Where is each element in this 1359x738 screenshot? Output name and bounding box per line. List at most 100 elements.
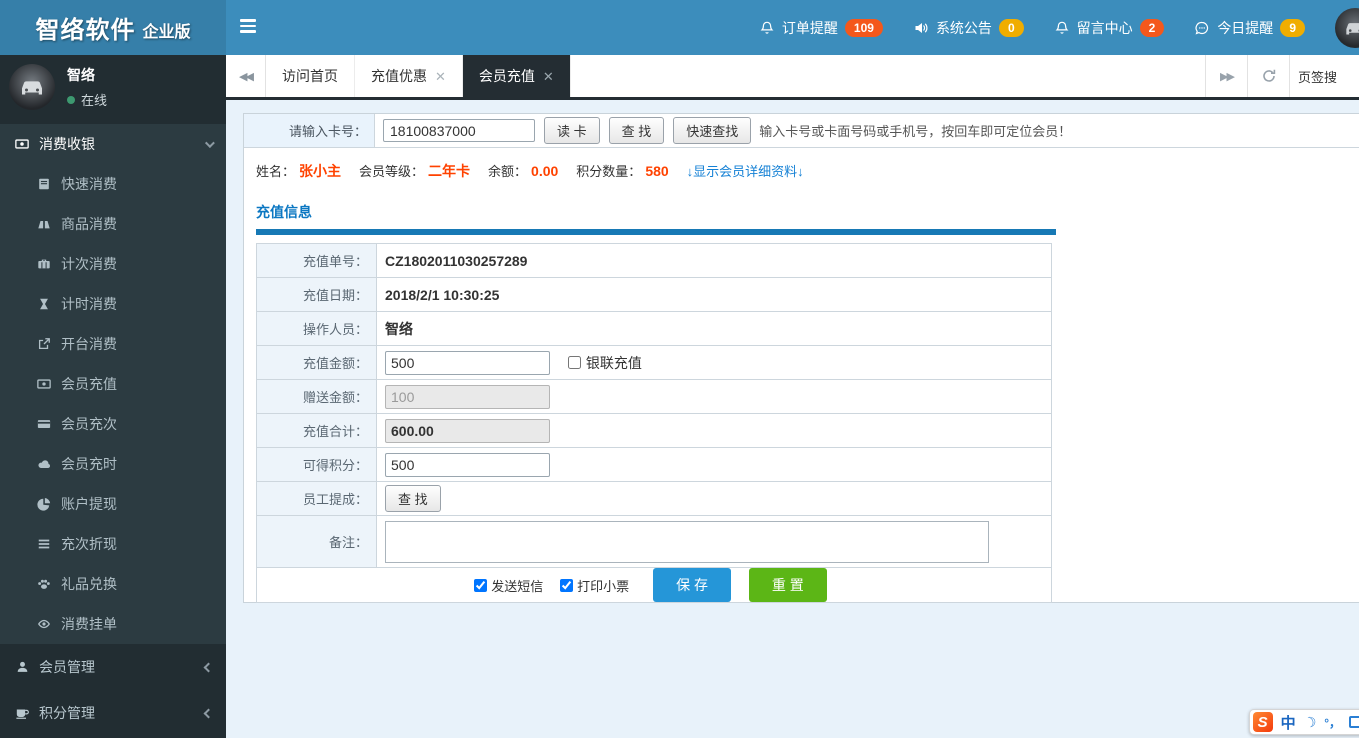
earn-points-label: 可得积分： (256, 447, 377, 482)
amount-input[interactable] (385, 350, 550, 375)
paw-icon (36, 577, 52, 591)
table-row: 可得积分： (256, 447, 1052, 482)
sidebar-item-goods-consume[interactable]: 商品消费 (0, 204, 226, 244)
table-row: 发送短信 打印小票 保 存 重 置 (256, 567, 1052, 603)
member-name-label: 姓名： (256, 164, 296, 179)
tab-controls: ▶▶ 页签搜 (1205, 55, 1359, 97)
close-icon[interactable]: ✕ (543, 70, 554, 83)
close-icon[interactable]: ✕ (435, 70, 446, 83)
order-reminder-label: 订单提醒 (781, 19, 838, 36)
recharge-date-value: 2018/2/1 10:30:25 (385, 286, 500, 303)
message-center-item[interactable]: 留言中心 2 (1054, 18, 1165, 38)
chat-icon (1194, 20, 1210, 36)
bars-icon (36, 537, 52, 551)
bell-icon (1054, 20, 1070, 36)
sidebar-toggle-icon[interactable] (240, 16, 260, 36)
sidebar-item-quick-consume[interactable]: 快速消费 (0, 164, 226, 204)
cup-icon (14, 706, 30, 720)
sidebar-item-member-management[interactable]: 会员管理 (0, 644, 226, 690)
quick-find-button[interactable]: 快速查找 (673, 117, 752, 144)
staff-commission-label: 员工提成： (256, 481, 377, 516)
sidebar-item-time-consume[interactable]: 计时消费 (0, 284, 226, 324)
table-row: 赠送金额： (256, 379, 1052, 414)
remark-textarea[interactable] (385, 520, 989, 563)
tab-recharge-promo[interactable]: 充值优惠 ✕ (355, 55, 463, 97)
commission-find-button[interactable]: 查 找 (385, 485, 441, 512)
sidebar-item-gift-exchange[interactable]: 礼品兑换 (0, 564, 226, 604)
sidebar-user-name: 智络 (67, 67, 95, 83)
order-reminder-badge: 109 (844, 18, 883, 37)
menu-group-cashier: 消费收银 快速消费 商品消费 计次消费 计时消费 开台消费 会员充值 会员充次 … (0, 124, 226, 644)
send-sms-checkbox[interactable] (474, 578, 488, 592)
gift-amount-input (385, 384, 550, 409)
tab-content: 请输入卡号： 读 卡 查 找 快速查找 输入卡号或卡面号码或手机号，按回车即可定… (226, 103, 1359, 738)
sidebar-avatar[interactable] (9, 64, 55, 110)
binoculars-icon (36, 217, 52, 231)
save-button[interactable]: 保 存 (653, 568, 731, 602)
operator-value: 智络 (385, 320, 413, 337)
unionpay-checkbox[interactable] (567, 356, 581, 369)
sidebar-item-count-cashout[interactable]: 充次折现 (0, 524, 226, 564)
tab-home[interactable]: 访问首页 (266, 55, 355, 97)
remark-label: 备注： (256, 515, 377, 568)
sidebar-item-count-consume[interactable]: 计次消费 (0, 244, 226, 284)
bell-icon (759, 20, 775, 36)
refresh-icon[interactable] (1247, 55, 1289, 97)
app-logo[interactable]: 智络软件 企业版 (0, 0, 226, 55)
keyboard-icon[interactable] (1349, 716, 1359, 728)
operator-label: 操作人员： (256, 311, 377, 346)
table-row: 充值日期： 2018/2/1 10:30:25 (256, 277, 1052, 312)
ime-punctuation-toggle[interactable]: °， (1324, 714, 1341, 731)
moon-icon[interactable]: ☽ (1302, 712, 1319, 732)
reset-button[interactable]: 重 置 (748, 568, 827, 602)
external-link-icon (36, 337, 52, 351)
print-receipt-checkbox[interactable] (560, 578, 574, 592)
sidebar-item-consume-hold[interactable]: 消费挂单 (0, 604, 226, 644)
sidebar-item-member-time-recharge[interactable]: 会员充时 (0, 444, 226, 484)
total-input (385, 418, 550, 443)
member-level-label: 会员等级： (359, 164, 425, 179)
credit-card-icon (36, 417, 52, 431)
order-no-label: 充值单号： (256, 243, 377, 278)
sidebar-item-open-table-consume[interactable]: 开台消费 (0, 324, 226, 364)
earn-points-input[interactable] (385, 452, 550, 477)
tabs-scroll-left-icon[interactable]: ◀◀ (226, 55, 266, 97)
top-header: 智络软件 企业版 订单提醒 109 系统公告 0 留言中心 2 今日提醒 9 (0, 0, 1359, 55)
recharge-section-title: 充值信息 (256, 204, 312, 220)
sidebar-item-member-count-recharge[interactable]: 会员充次 (0, 404, 226, 444)
read-card-button[interactable]: 读 卡 (544, 117, 600, 144)
table-row: 充值合计： (256, 413, 1052, 448)
system-notice-item[interactable]: 系统公告 0 (913, 18, 1024, 38)
recharge-date-label: 充值日期： (256, 277, 377, 312)
hourglass-icon (36, 297, 52, 311)
tabs-scroll-right-icon[interactable]: ▶▶ (1205, 55, 1247, 97)
logo-edition-label: 企业版 (142, 23, 191, 41)
order-reminder-item[interactable]: 订单提醒 109 (759, 18, 883, 38)
sidebar-item-points-management[interactable]: 积分管理 (0, 690, 226, 736)
sidebar-item-member-recharge[interactable]: 会员充值 (0, 364, 226, 404)
message-center-label: 留言中心 (1076, 19, 1133, 36)
total-label: 充值合计： (256, 413, 377, 448)
money-icon (36, 377, 52, 391)
show-member-detail-link[interactable]: ↓显示会员详细资料↓ (687, 161, 804, 180)
user-icon (14, 660, 30, 674)
card-number-input[interactable] (383, 119, 535, 142)
today-reminder-item[interactable]: 今日提醒 9 (1194, 18, 1305, 38)
sidebar-user-panel: 智络 在线 (0, 55, 226, 120)
sidebar-item-account-withdraw[interactable]: 账户提现 (0, 484, 226, 524)
sidebar-item-cashier[interactable]: 消费收银 (0, 124, 226, 164)
tab-member-recharge[interactable]: 会员充值 ✕ (462, 55, 571, 97)
member-info-bar: 姓名： 张小主 会员等级： 二年卡 余额： 0.00 积分数量： 580 ↓显示会员详细… (256, 161, 1349, 181)
find-button[interactable]: 查 找 (608, 117, 665, 144)
member-balance-value: 0.00 (531, 163, 559, 179)
online-status-dot (67, 95, 75, 104)
member-name-value: 张小主 (299, 163, 342, 179)
member-points-value: 580 (645, 163, 669, 179)
user-avatar[interactable] (1335, 7, 1359, 48)
order-no-value: CZ1802011030257289 (385, 252, 528, 269)
tab-search-label[interactable]: 页签搜 (1289, 55, 1359, 97)
message-center-badge: 2 (1139, 18, 1165, 37)
ime-language-toggle[interactable]: 中 (1281, 712, 1296, 733)
tab-bar: ◀◀ 访问首页 充值优惠 ✕ 会员充值 ✕ ▶▶ 页签搜 (226, 55, 1359, 100)
sogou-logo-icon[interactable]: S (1252, 712, 1273, 732)
